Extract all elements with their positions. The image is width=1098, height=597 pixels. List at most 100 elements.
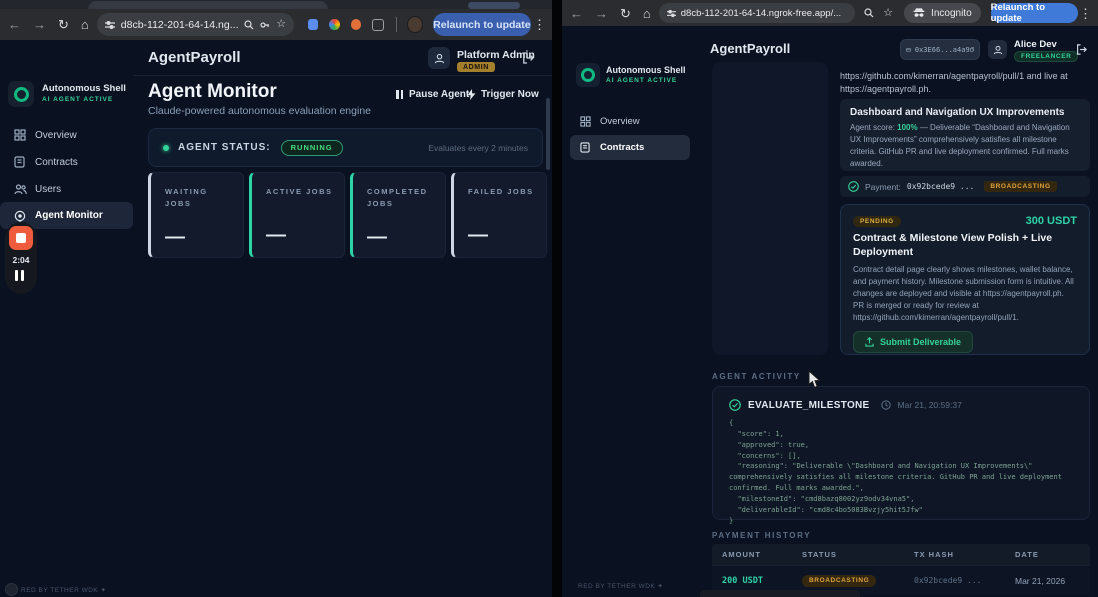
- copy-icon[interactable]: [970, 45, 974, 54]
- search-icon[interactable]: [864, 8, 874, 18]
- app-right: AgentPayroll 0x3E66...a4a9 Alice Dev FRE…: [562, 26, 1098, 597]
- stop-icon: [16, 233, 26, 243]
- sidebar-item-label: Overview: [600, 116, 640, 127]
- app-brand: AgentPayroll: [710, 41, 790, 56]
- header-divider: [133, 75, 552, 76]
- right-browser-window: ← → ↻ ⌂ d8cb-112-201-64-14.ngrok-free.ap…: [562, 0, 1098, 597]
- activity-json: { "score": 1, "approved": true, "concern…: [729, 418, 1073, 526]
- kebab-menu-icon[interactable]: ⋮: [533, 18, 546, 31]
- extension-icon-multicolor[interactable]: [329, 19, 339, 30]
- pause-recording-button[interactable]: [15, 270, 24, 281]
- grid-icon: [580, 116, 591, 127]
- milestone-evaluation: Agent score: 100% — Deliverable “Dashboa…: [850, 122, 1080, 170]
- agent-status-panel: AGENT STATUS: RUNNING Evaluates every 2 …: [148, 128, 543, 167]
- submit-deliverable-button[interactable]: Submit Deliverable: [853, 331, 973, 353]
- reload-icon[interactable]: ↻: [620, 7, 631, 20]
- sidebar-item-overview[interactable]: Overview: [0, 122, 133, 148]
- logout-icon[interactable]: [521, 51, 535, 65]
- payment-hash: 0x92bcede9 ...: [907, 182, 974, 191]
- stat-label: ACTIVE JOBS: [266, 186, 334, 198]
- left-browser-window: ← → ↻ ⌂ d8cb-112-201-64-14.ng... ☆ Relau…: [0, 0, 552, 597]
- extensions-puzzle-icon[interactable]: [372, 19, 383, 31]
- pending-badge: PENDING: [853, 216, 901, 227]
- profile-avatar[interactable]: [407, 16, 423, 33]
- page-subtitle: Claude-powered autonomous evaluation eng…: [148, 105, 371, 117]
- window-gap: [552, 0, 562, 597]
- sidebar-item-contracts[interactable]: Contracts: [570, 135, 690, 160]
- reload-icon[interactable]: ↻: [58, 18, 69, 31]
- browser-tab[interactable]: [88, 1, 328, 9]
- trigger-now-button[interactable]: Trigger Now: [467, 89, 539, 100]
- column-tx-hash: TX HASH: [914, 550, 1015, 559]
- user-avatar[interactable]: [428, 47, 450, 69]
- bookmark-star-icon[interactable]: ☆: [276, 19, 286, 30]
- row-status-badge: BROADCASTING: [802, 575, 876, 587]
- wallet-pill[interactable]: 0x3E66...a4a9: [900, 39, 980, 60]
- address-bar[interactable]: d8cb-112-201-64-14.ng... ☆: [97, 13, 294, 36]
- tune-icon[interactable]: [105, 20, 115, 30]
- url-text[interactable]: d8cb-112-201-64-14.ng...: [121, 19, 240, 31]
- pause-agent-button[interactable]: Pause Agent: [396, 89, 469, 100]
- home-icon[interactable]: ⌂: [643, 7, 651, 20]
- powered-by-footer: RED BY TETHER WDK ✦: [21, 586, 107, 594]
- stat-label: COMPLETED JOBS: [367, 186, 435, 210]
- incognito-icon: [913, 8, 925, 18]
- back-icon[interactable]: ←: [570, 7, 583, 20]
- org-name: Autonomous Shell: [606, 65, 686, 75]
- document-icon: [14, 156, 25, 168]
- page-title: Agent Monitor: [148, 81, 277, 103]
- recorder-time: 2:04: [5, 255, 37, 265]
- browser-toolbar-left: ← → ↻ ⌂ d8cb-112-201-64-14.ng... ☆ Relau…: [0, 9, 552, 40]
- org-logo-ring: [581, 68, 595, 82]
- org-logo: [576, 63, 600, 87]
- toolbar-divider: [396, 17, 397, 32]
- bookmark-star-icon[interactable]: ☆: [883, 8, 893, 19]
- milestone-description: Contract detail page clearly shows miles…: [853, 264, 1077, 324]
- home-icon[interactable]: ⌂: [81, 18, 89, 31]
- forward-icon[interactable]: →: [595, 7, 608, 20]
- payment-status-row: Payment: 0x92bcede9 ... BROADCASTING: [840, 176, 1090, 197]
- tune-icon[interactable]: [667, 9, 676, 18]
- incognito-label: Incognito: [931, 8, 972, 19]
- footer-avatar: [5, 583, 18, 596]
- scrollbar-thumb[interactable]: [546, 98, 550, 170]
- activity-event: EVALUATE_MILESTONE: [748, 400, 870, 411]
- role-badge: ADMIN: [457, 62, 495, 72]
- stat-value: —: [266, 230, 344, 240]
- sidebar-item-contracts[interactable]: Contracts: [0, 149, 133, 175]
- wallet-icon: [906, 46, 911, 54]
- column-amount: AMOUNT: [712, 550, 802, 559]
- search-icon[interactable]: [244, 20, 254, 30]
- browser-tab[interactable]: [468, 2, 520, 9]
- logout-icon[interactable]: [1075, 43, 1088, 56]
- column-status: STATUS: [802, 550, 914, 559]
- relaunch-label: Relaunch to update: [991, 2, 1078, 24]
- taskbar-hint: [700, 590, 860, 597]
- desktop: { "left_window": { "browser": { "url": "…: [0, 0, 1098, 597]
- sidebar-item-users[interactable]: Users: [0, 176, 133, 202]
- milestone-title: Dashboard and Navigation UX Improvements: [850, 107, 1080, 118]
- upload-icon: [865, 337, 874, 347]
- back-icon[interactable]: ←: [8, 18, 21, 31]
- extension-icon-orange[interactable]: [351, 19, 361, 30]
- agent-activity-card: EVALUATE_MILESTONE Mar 21, 20:59:37 { "s…: [712, 386, 1090, 520]
- column-date: DATE: [1015, 550, 1039, 559]
- extension-icon-blue[interactable]: [308, 19, 318, 30]
- address-bar[interactable]: d8cb-112-201-64-14.ngrok-free.app/...: [659, 3, 855, 23]
- milestone-title: Contract & Milestone View Polish + Live …: [853, 232, 1053, 259]
- payment-status-badge: BROADCASTING: [984, 181, 1056, 192]
- person-icon: [434, 53, 445, 64]
- key-icon[interactable]: [260, 20, 270, 30]
- relaunch-button[interactable]: Relaunch to update: [991, 3, 1078, 23]
- forward-icon[interactable]: →: [33, 18, 46, 31]
- kebab-menu-icon[interactable]: ⋮: [1079, 7, 1092, 20]
- sidebar-item-overview[interactable]: Overview: [570, 109, 690, 133]
- tab-strip: [0, 0, 552, 9]
- relaunch-button[interactable]: Relaunch to update: [433, 13, 531, 36]
- url-text[interactable]: d8cb-112-201-64-14.ngrok-free.app/...: [681, 8, 847, 19]
- stop-recording-button[interactable]: [9, 226, 33, 250]
- pause-icon: [396, 90, 403, 99]
- stat-value: —: [367, 232, 445, 242]
- screen-recorder-widget: 2:04: [5, 222, 37, 294]
- user-avatar[interactable]: [988, 40, 1007, 59]
